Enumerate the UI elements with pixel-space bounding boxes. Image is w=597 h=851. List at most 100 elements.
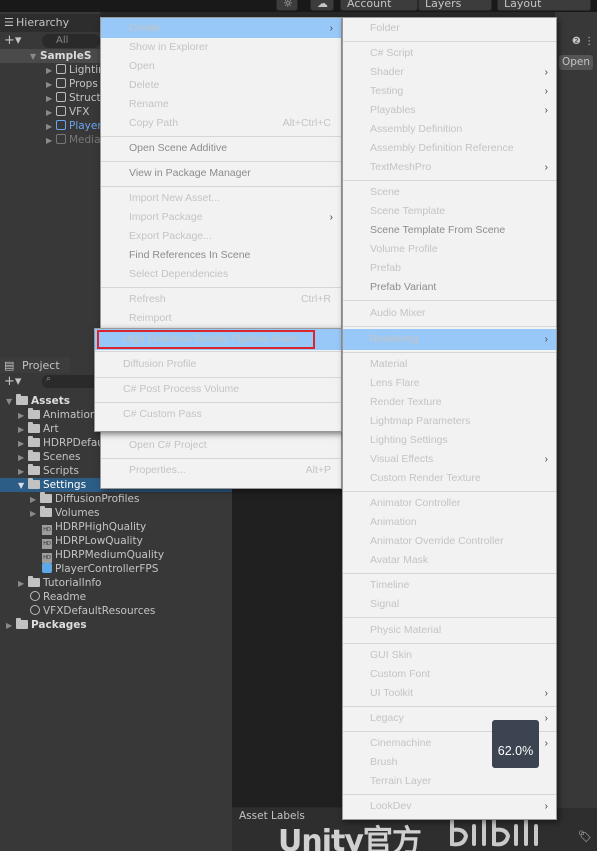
vfx-icon	[30, 605, 40, 615]
menu-item-signal[interactable]: Signal	[370, 595, 556, 614]
project-item[interactable]: HD HDRPHighQuality	[42, 520, 146, 535]
project-root[interactable]: ▼ Assets	[6, 394, 70, 408]
menu-item-shader[interactable]: Shader ›	[370, 63, 556, 82]
project-item[interactable]: ▶ Scenes	[18, 450, 80, 464]
open-button[interactable]: Open	[559, 55, 593, 70]
menu-item-lighting-settings[interactable]: Lighting Settings	[370, 431, 556, 450]
menu-item-terrain-layer[interactable]: Terrain Layer	[370, 772, 556, 791]
project-item[interactable]: ▶ Art	[18, 422, 59, 436]
menu-item-scene[interactable]: Scene	[370, 183, 556, 202]
menu-item-delete[interactable]: Delete	[129, 76, 341, 95]
menu-separator	[101, 287, 341, 288]
project-item[interactable]: ▶ TutorialInfo	[18, 576, 101, 590]
project-item[interactable]: VFXDefaultResources	[30, 604, 155, 618]
menu-item-import-new-asset[interactable]: Import New Asset...	[129, 189, 341, 208]
readme-icon	[30, 591, 40, 601]
menu-item-custom-pass[interactable]: C# Custom Pass	[123, 405, 323, 424]
menu-item-render-texture[interactable]: Render Texture	[370, 393, 556, 412]
menu-item-testing[interactable]: Testing ›	[370, 82, 556, 101]
menu-item-ui-toolkit[interactable]: UI Toolkit ›	[370, 684, 556, 703]
tag-icon[interactable]: 🏷	[578, 830, 592, 843]
hierarchy-item[interactable]: ▶ VFX	[46, 105, 89, 119]
project-add-button[interactable]: +▾	[4, 374, 21, 389]
menu-item-lightmap-parameters[interactable]: Lightmap Parameters	[370, 412, 556, 431]
menu-item-prefab[interactable]: Prefab	[370, 259, 556, 278]
menu-item-import-package[interactable]: Import Package ›	[129, 208, 341, 227]
packages-root[interactable]: ▶ Packages	[6, 618, 87, 632]
menu-item-post-process-volume[interactable]: C# Post Process Volume	[123, 380, 323, 399]
project-item[interactable]: ▶ Animation	[18, 408, 97, 422]
menu-item-physic-material[interactable]: Physic Material	[370, 621, 556, 640]
menu-separator	[343, 326, 556, 327]
menu-item-open[interactable]: Open	[129, 57, 341, 76]
menu-item-reimport[interactable]: Reimport	[129, 309, 341, 328]
project-item[interactable]: PlayerControllerFPS	[42, 562, 158, 576]
menu-item-properties[interactable]: Properties... Alt+P	[129, 461, 341, 480]
menu-item-rename[interactable]: Rename	[129, 95, 341, 114]
project-item[interactable]: ▶ Scripts	[18, 464, 79, 478]
hierarchy-search-input[interactable]: All	[42, 34, 100, 48]
hierarchy-item[interactable]: ▶ Props	[46, 77, 98, 91]
project-search-input[interactable]: ⌕	[42, 374, 100, 388]
menu-item-create[interactable]: Create ›	[129, 19, 341, 38]
add-button[interactable]: +▾	[4, 33, 21, 48]
menu-item-volume-profile[interactable]: Volume Profile	[370, 240, 556, 259]
menu-item-custom-font[interactable]: Custom Font	[370, 665, 556, 684]
layers-dropdown[interactable]: Layers	[418, 0, 492, 11]
project-item[interactable]: HD HDRPLowQuality	[42, 534, 143, 549]
menu-item-copy-path[interactable]: Copy Path Alt+Ctrl+C	[129, 114, 341, 133]
menu-item-lens-flare[interactable]: Lens Flare	[370, 374, 556, 393]
cloud-services-button[interactable]: ☼	[276, 0, 298, 11]
menu-item-folder[interactable]: Folder	[370, 19, 556, 38]
hierarchy-tab[interactable]: ☰ Hierarchy	[0, 14, 100, 32]
menu-item-diffusion-profile[interactable]: Diffusion Profile	[123, 355, 323, 374]
chevron-right-icon: ›	[544, 105, 548, 116]
collab-button[interactable]: ☁	[310, 0, 334, 11]
menu-item-animator-override-controller[interactable]: Animator Override Controller	[370, 532, 556, 551]
project-item[interactable]: HD HDRPMediumQuality	[42, 548, 164, 563]
menu-icon: ☰	[4, 16, 14, 29]
hierarchy-item[interactable]: ▶ Media	[46, 133, 101, 147]
menu-item-open-csharp-project[interactable]: Open C# Project	[129, 436, 341, 455]
menu-item-gui-skin[interactable]: GUI Skin	[370, 646, 556, 665]
chevron-right-icon: ›	[544, 713, 548, 724]
menu-item-select-dependencies[interactable]: Select Dependencies	[129, 265, 341, 284]
menu-item-timeline[interactable]: Timeline	[370, 576, 556, 595]
menu-item-audio-mixer[interactable]: Audio Mixer	[370, 304, 556, 323]
help-icon[interactable]: ❷ ⋮	[572, 36, 594, 47]
menu-item-material[interactable]: Material	[370, 355, 556, 374]
account-dropdown[interactable]: Account	[340, 0, 418, 11]
menu-item-scene-template[interactable]: Scene Template	[370, 202, 556, 221]
hierarchy-item[interactable]: ▶ Lightin	[46, 63, 105, 77]
menu-separator	[343, 643, 556, 644]
menu-separator	[343, 491, 556, 492]
menu-item-hdrp-asset[interactable]: High Definition Render Pipeline Asset	[123, 330, 323, 349]
menu-item-playables[interactable]: Playables ›	[370, 101, 556, 120]
menu-item-textmeshpro[interactable]: TextMeshPro ›	[370, 158, 556, 177]
menu-item-animation[interactable]: Animation	[370, 513, 556, 532]
menu-item-assembly-definition[interactable]: Assembly Definition	[370, 120, 556, 139]
menu-item-export-package[interactable]: Export Package...	[129, 227, 341, 246]
project-item[interactable]: ▶ DiffusionProfiles	[30, 492, 139, 506]
menu-item-view-in-package-manager: View in Package Manager	[129, 167, 251, 179]
menu-item-assembly-definition-reference[interactable]: Assembly Definition Reference	[370, 139, 556, 158]
menu-item-animator-controller[interactable]: Animator Controller	[370, 494, 556, 513]
menu-item-csharp-script[interactable]: C# Script	[370, 44, 556, 63]
project-item[interactable]: ▶ HDRPDefau	[18, 436, 104, 450]
hierarchy-item[interactable]: ▶ Struct	[46, 91, 101, 105]
menu-item-custom-render-texture[interactable]: Custom Render Texture	[370, 469, 556, 488]
menu-separator	[101, 136, 341, 137]
project-item[interactable]: ▶ Volumes	[30, 506, 100, 520]
menu-item-visual-effects[interactable]: Visual Effects ›	[370, 450, 556, 469]
project-item[interactable]: Readme	[30, 590, 86, 604]
project-item-selected[interactable]: ▼ Settings	[18, 478, 86, 492]
menu-item-rendering[interactable]: Rendering ›	[370, 330, 556, 349]
hierarchy-item[interactable]: ▶ Player	[46, 119, 102, 133]
scene-item[interactable]: ▼ SampleS	[30, 49, 91, 63]
menu-item-avatar-mask[interactable]: Avatar Mask	[370, 551, 556, 570]
menu-item-lookdev[interactable]: LookDev ›	[370, 797, 556, 816]
layout-dropdown[interactable]: Layout	[497, 0, 591, 11]
menu-item-refresh[interactable]: Refresh Ctrl+R	[129, 290, 341, 309]
project-tab[interactable]: ▤ Project	[0, 357, 70, 373]
menu-item-show-in-explorer[interactable]: Show in Explorer	[129, 38, 341, 57]
